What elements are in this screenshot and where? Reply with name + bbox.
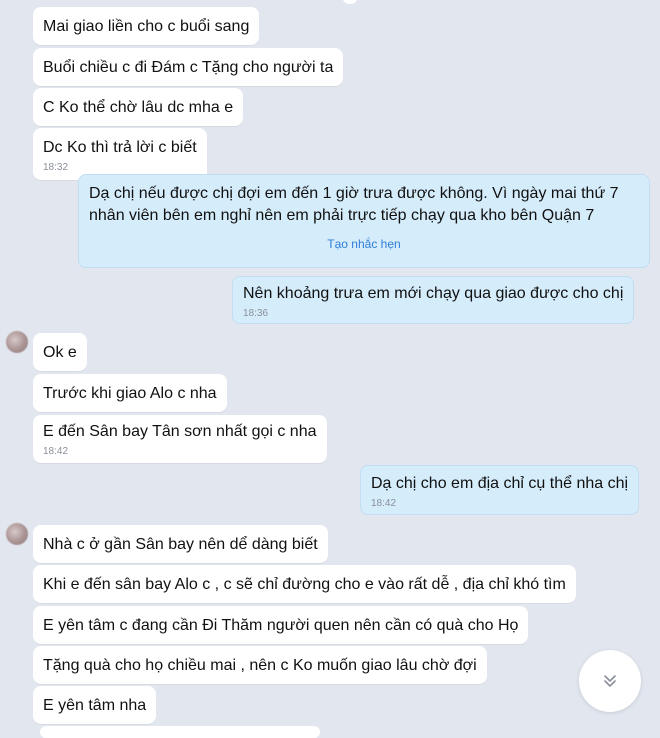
- message-text: Khi e đến sân bay Alo c , c sẽ chỉ đường…: [43, 576, 566, 593]
- message-text: E đến Sân bay Tân sơn nhất gọi c nha: [43, 423, 317, 440]
- message-text: C Ko thể chờ lâu dc mha e: [43, 99, 234, 116]
- message-outgoing[interactable]: Dạ chị cho em địa chỉ cụ thể nha chị 18:…: [360, 465, 640, 515]
- message-text: Buổi chiều c đi Đám c Tặng cho người ta: [43, 59, 334, 76]
- message-incoming[interactable]: E đến Sân bay Tân sơn nhất gọi c nha 18:…: [33, 415, 327, 463]
- message-text: Trước khi giao Alo c nha: [43, 385, 217, 402]
- chat-area: Mai giao liền cho c buổi sang Buổi chiều…: [0, 0, 660, 738]
- message-outgoing[interactable]: Nên khoảng trưa em mới chạy qua giao đượ…: [232, 276, 635, 324]
- message-incoming[interactable]: Mai giao liền cho c buổi sang: [33, 7, 260, 45]
- message-incoming[interactable]: C Ko thể chờ lâu dc mha e: [33, 88, 244, 126]
- create-reminder-link[interactable]: Tạo nhắc hẹn: [89, 237, 639, 251]
- scroll-to-bottom-button[interactable]: [579, 650, 641, 712]
- message-text-line: Dạ chị nếu được chị đợi em đến 1 giờ trư…: [89, 185, 619, 202]
- message-incoming[interactable]: Tặng quà cho họ chiều mai , nên c Ko muố…: [33, 646, 487, 684]
- sender-avatar[interactable]: [6, 523, 28, 545]
- message-incoming[interactable]: Dc Ko thì trả lời c biết 18:32: [33, 128, 207, 180]
- message-text-line: nhân viên bên em nghỉ nên em phải trực t…: [89, 207, 595, 224]
- message-text: E yên tâm nha: [43, 697, 147, 714]
- top-edge-bubble: [343, 0, 357, 4]
- message-incoming[interactable]: Ok e: [33, 333, 87, 371]
- message-text: Nhà c ở gần Sân bay nên dể dàng biết: [43, 536, 318, 553]
- message-text: E yên tâm c đang cần Đi Thăm người quen …: [43, 617, 519, 634]
- message-text: Ok e: [43, 344, 77, 361]
- message-timestamp: 18:36: [243, 308, 269, 319]
- message-incoming[interactable]: E yên tâm c đang cần Đi Thăm người quen …: [33, 606, 529, 644]
- message-timestamp: 18:32: [43, 162, 69, 173]
- message-incoming[interactable]: Buổi chiều c đi Đám c Tặng cho người ta: [33, 48, 344, 86]
- message-text: Dạ chị cho em địa chỉ cụ thể nha chị: [371, 475, 629, 492]
- message-incoming[interactable]: E yên tâm nha: [33, 686, 157, 724]
- sender-avatar[interactable]: [6, 331, 28, 353]
- message-text: Tặng quà cho họ chiều mai , nên c Ko muố…: [43, 657, 477, 674]
- message-text: Nên khoảng trưa em mới chạy qua giao đượ…: [243, 285, 624, 302]
- message-incoming[interactable]: Nhà c ở gần Sân bay nên dể dàng biết: [33, 525, 328, 563]
- double-chevron-down-icon: [604, 675, 616, 687]
- message-text: Mai giao liền cho c buổi sang: [43, 18, 250, 35]
- message-incoming[interactable]: Khi e đến sân bay Alo c , c sẽ chỉ đường…: [33, 565, 576, 603]
- message-incoming[interactable]: Trước khi giao Alo c nha: [33, 374, 227, 412]
- message-timestamp: 18:42: [43, 446, 69, 457]
- message-outgoing[interactable]: Dạ chị nếu được chị đợi em đến 1 giờ trư…: [78, 174, 650, 268]
- message-timestamp: 18:42: [371, 498, 397, 509]
- message-text: Dc Ko thì trả lời c biết: [43, 139, 197, 156]
- next-message-edge: [40, 726, 320, 738]
